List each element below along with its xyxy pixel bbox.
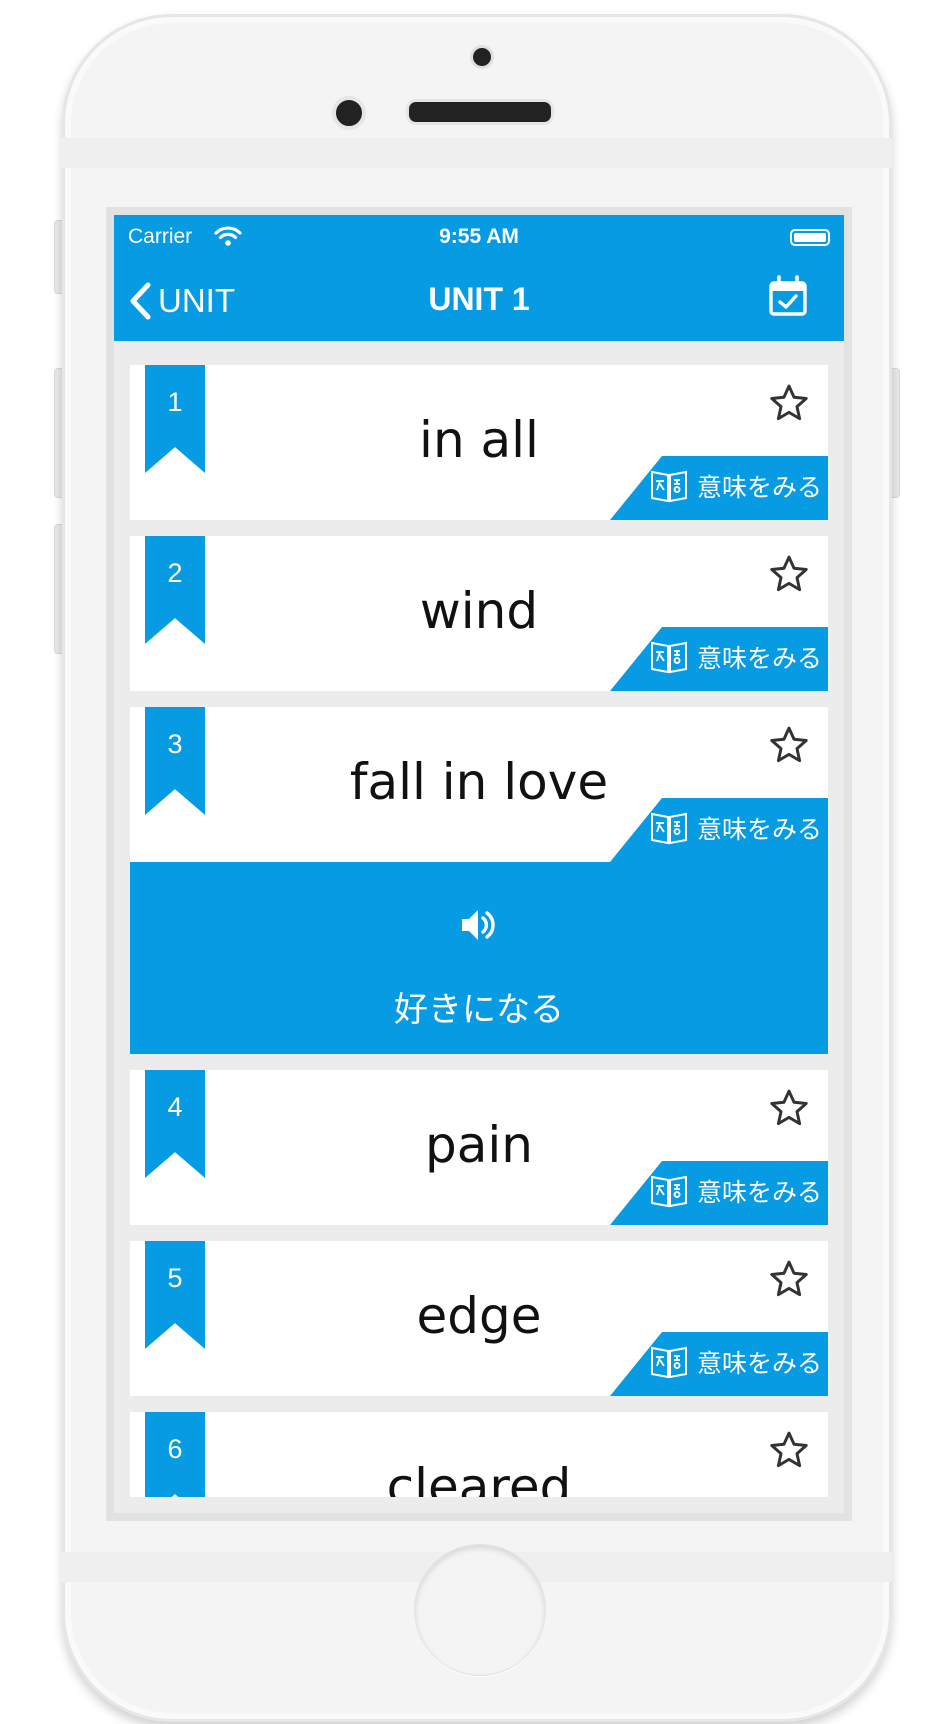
show-meaning-label: 意味をみる [696, 1178, 822, 1207]
top-bar: Carrier 9:55 AM UNIT UNIT 1 [114, 215, 844, 341]
book-icon [650, 641, 687, 674]
star-outline-icon[interactable] [768, 1430, 810, 1474]
show-meaning-label: 意味をみる [696, 473, 822, 502]
list-item[interactable]: 6 cleared [130, 1412, 828, 1497]
star-outline-icon[interactable] [768, 1088, 810, 1132]
show-meaning-label-group[interactable]: 意味をみる [649, 1344, 822, 1380]
translation-text: 好きになる [394, 990, 564, 1030]
list-item[interactable]: 1 in all 意味をみる [130, 365, 828, 520]
list-item[interactable]: 5 edge 意味をみる [130, 1241, 828, 1396]
home-button[interactable] [414, 1544, 546, 1676]
show-meaning-label: 意味をみる [696, 1349, 822, 1378]
show-meaning-label-group[interactable]: 意味をみる [649, 639, 822, 675]
app-screen: Carrier 9:55 AM UNIT UNIT 1 1 in all 意味を… [114, 215, 844, 1497]
list-item[interactable]: 3 fall in love 意味をみる [130, 707, 828, 862]
book-icon [650, 470, 687, 503]
speaker-icon[interactable] [130, 906, 828, 944]
star-outline-icon[interactable] [768, 554, 810, 598]
status-time: 9:55 AM [439, 225, 519, 248]
show-meaning-label-group[interactable]: 意味をみる [649, 468, 822, 504]
page-title: UNIT 1 [428, 281, 530, 317]
show-meaning-label-group[interactable]: 意味をみる [649, 810, 822, 846]
book-icon [650, 812, 687, 845]
navigation-bar: UNIT UNIT 1 [114, 273, 844, 329]
item-word: cleared [386, 1458, 572, 1497]
calendar-check-icon[interactable] [768, 275, 808, 321]
front-camera [332, 96, 366, 130]
show-meaning-label: 意味をみる [696, 815, 822, 844]
list-item[interactable]: 2 wind 意味をみる [130, 536, 828, 691]
book-icon [650, 1175, 687, 1208]
battery-icon [790, 229, 830, 246]
book-icon [650, 1346, 687, 1379]
star-outline-icon[interactable] [768, 1259, 810, 1303]
status-bar: Carrier 9:55 AM [114, 225, 844, 249]
earpiece-speaker [406, 99, 554, 125]
front-sensor [470, 45, 494, 69]
meaning-panel: 好きになる [130, 862, 828, 1054]
star-outline-icon[interactable] [768, 725, 810, 769]
list-item[interactable]: 4 pain 意味をみる [130, 1070, 828, 1225]
show-meaning-label: 意味をみる [696, 644, 822, 673]
show-meaning-label-group[interactable]: 意味をみる [649, 1173, 822, 1209]
device-band-top [60, 138, 892, 168]
star-outline-icon[interactable] [768, 383, 810, 427]
